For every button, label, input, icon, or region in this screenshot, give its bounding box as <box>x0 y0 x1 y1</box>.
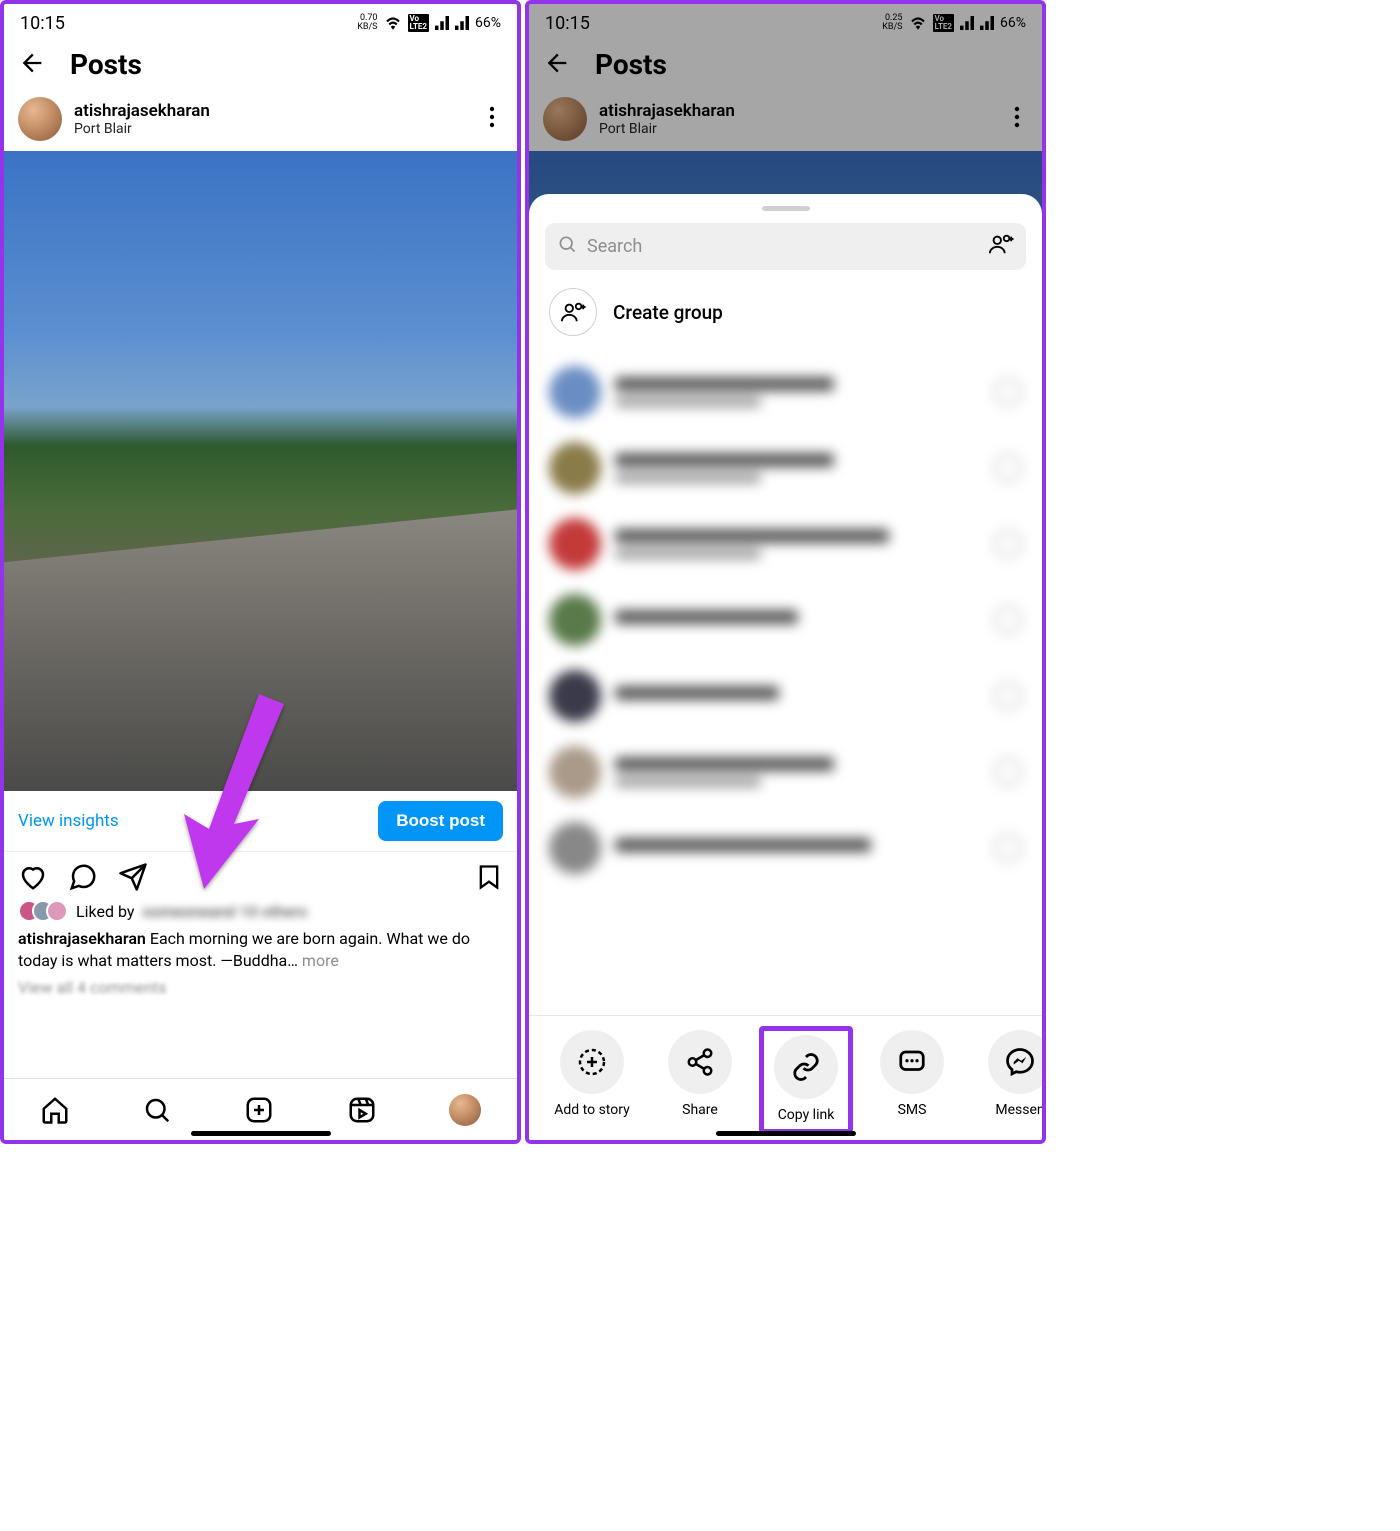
add-to-story-icon <box>560 1030 624 1094</box>
caption-more[interactable]: more <box>302 951 339 970</box>
create-group-label: Create group <box>613 301 723 324</box>
contact-item <box>549 354 1022 430</box>
add-group-icon[interactable] <box>988 233 1014 260</box>
post-username[interactable]: atishrajasekharan <box>74 101 481 121</box>
view-comments-link[interactable]: View all 4 comments <box>4 974 517 1001</box>
share-action-sms[interactable]: SMS <box>865 1030 959 1128</box>
user-avatar[interactable] <box>18 97 62 141</box>
create-group-icon <box>549 288 597 336</box>
sms-icon <box>880 1030 944 1094</box>
contact-item <box>549 506 1022 582</box>
lte-badge: VoLTE2 <box>408 14 430 32</box>
create-group-button[interactable]: Create group <box>529 270 1042 354</box>
contact-item <box>549 734 1022 810</box>
post-actions <box>4 852 517 896</box>
liked-by-names: someoneand 10 others <box>142 902 307 921</box>
liked-by-label: Liked by <box>76 902 134 921</box>
share-action-share[interactable]: Share <box>653 1030 747 1128</box>
messenger-icon <box>988 1030 1042 1094</box>
share-action-copy-link[interactable]: Copy link <box>759 1026 853 1134</box>
likes-row[interactable]: Liked by someoneand 10 others <box>4 896 517 926</box>
nav-home-icon[interactable] <box>40 1095 70 1125</box>
page-title: Posts <box>70 48 142 81</box>
boost-post-button[interactable]: Boost post <box>378 801 503 841</box>
contact-item <box>549 810 1022 886</box>
sheet-handle[interactable] <box>762 206 810 211</box>
share-icon[interactable] <box>118 862 148 892</box>
contact-item <box>549 430 1022 506</box>
search-input[interactable]: Search <box>545 223 1026 270</box>
gesture-bar <box>716 1131 856 1136</box>
wifi-icon <box>384 16 402 30</box>
save-icon[interactable] <box>475 863 503 891</box>
signal-icon-1 <box>435 16 449 30</box>
post-caption[interactable]: atishrajasekharan Each morning we are bo… <box>4 926 517 974</box>
app-header: Posts <box>4 38 517 97</box>
share-nodes-icon <box>668 1030 732 1094</box>
more-options-icon[interactable] <box>481 100 503 138</box>
search-placeholder: Search <box>587 236 642 257</box>
contact-item <box>549 582 1022 658</box>
contacts-list[interactable] <box>529 354 1042 1015</box>
comment-icon[interactable] <box>68 862 98 892</box>
nav-new-post-icon[interactable] <box>244 1095 274 1125</box>
phone-right-share-sheet: 10:15 0.25KB/S VoLTE2 66% Posts atishraj… <box>525 0 1046 1144</box>
share-actions-row: Add to story Share Copy link SMS <box>529 1015 1042 1140</box>
nav-profile-avatar[interactable] <box>449 1094 481 1126</box>
battery-percent: 66% <box>475 15 501 31</box>
signal-icon-2 <box>455 16 469 30</box>
share-action-messenger[interactable]: Messen <box>973 1030 1042 1128</box>
link-icon <box>774 1035 838 1099</box>
nav-reels-icon[interactable] <box>347 1095 377 1125</box>
share-action-add-to-story[interactable]: Add to story <box>545 1030 639 1128</box>
contact-item <box>549 658 1022 734</box>
post-header: atishrajasekharan Port Blair <box>4 97 517 151</box>
view-insights-link[interactable]: View insights <box>18 811 119 831</box>
post-location[interactable]: Port Blair <box>74 121 481 137</box>
gesture-bar <box>191 1131 331 1136</box>
phone-left-instagram-post: 10:15 0.70KB/S VoLTE2 66% Posts atishraj… <box>0 0 521 1144</box>
nav-search-icon[interactable] <box>142 1095 172 1125</box>
like-icon[interactable] <box>18 862 48 892</box>
status-bar: 10:15 0.70KB/S VoLTE2 66% <box>4 4 517 38</box>
post-image[interactable] <box>4 151 517 791</box>
back-icon[interactable] <box>18 49 46 81</box>
search-icon <box>557 234 577 259</box>
status-time: 10:15 <box>20 13 65 34</box>
share-bottom-sheet: Search Create group Ad <box>529 194 1042 1140</box>
